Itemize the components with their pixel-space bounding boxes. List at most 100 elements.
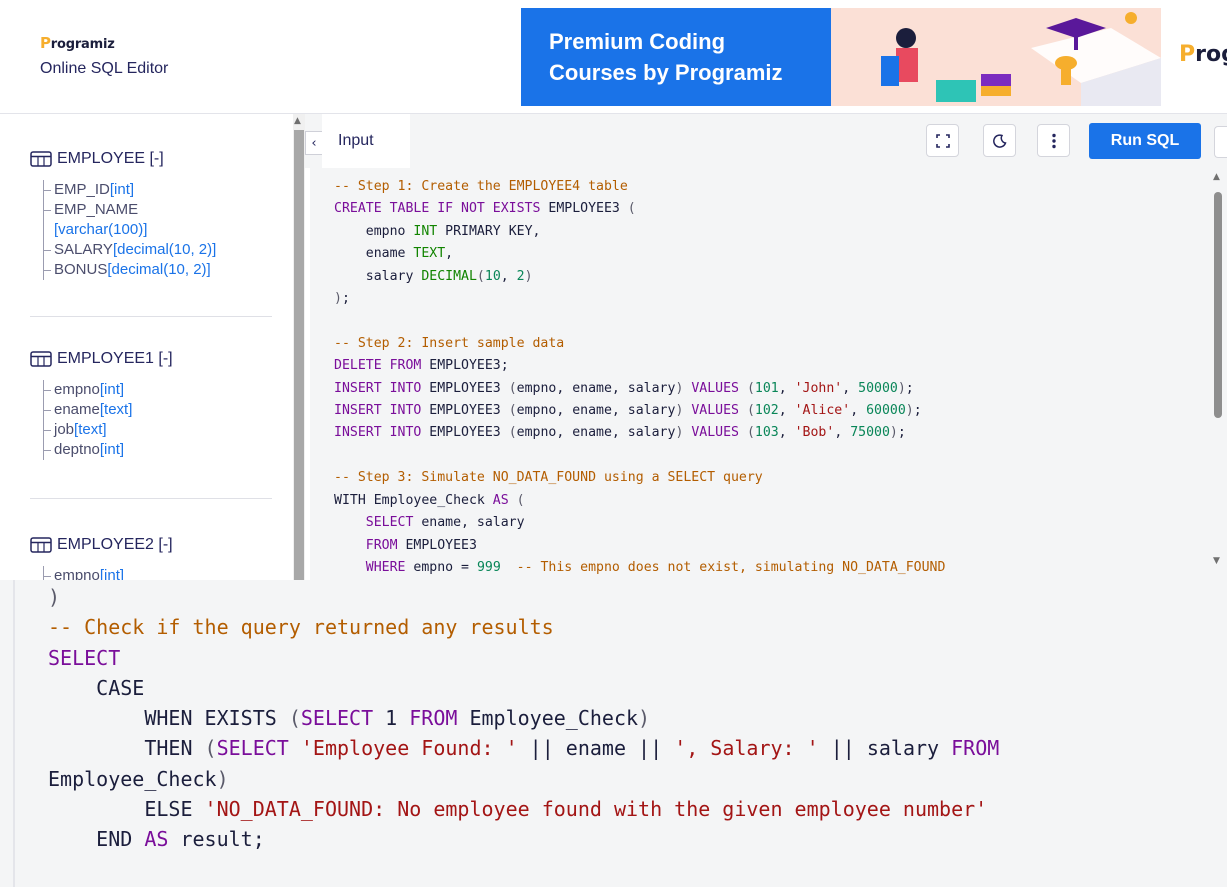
table-name: EMPLOYEE1 [-] <box>57 350 173 367</box>
zoomed-code-text[interactable]: ) -- Check if the query returned any res… <box>0 580 1227 855</box>
sidebar-scroll-thumb[interactable] <box>294 130 304 580</box>
brand[interactable]: Programiz Online SQL Editor <box>40 34 168 78</box>
column-item: EMP_NAME [varchar(100)] <box>44 200 272 240</box>
column-item: empno[int] <box>44 380 272 400</box>
code-token: 10 <box>484 268 501 284</box>
table-employee2: EMPLOYEE2 [-] empno[int] <box>30 536 272 580</box>
logo-letter: P <box>40 34 51 52</box>
code-line: -- Step 2: Insert sample data <box>334 335 565 351</box>
zoomed-code-pane[interactable]: ) -- Check if the query returned any res… <box>0 580 1227 887</box>
code-token: ) <box>897 380 906 396</box>
chevron-left-icon: ‹ <box>311 135 317 151</box>
code-token: FROM <box>365 537 398 553</box>
code-token: INT <box>413 223 438 239</box>
sidebar-scrollbar[interactable]: ▲ <box>293 114 305 580</box>
code-token: DELETE FROM <box>334 358 422 374</box>
code-token: ) <box>675 380 684 396</box>
code-token: WHERE <box>365 559 406 575</box>
code-token: ) <box>216 766 229 791</box>
code-token: ) <box>905 403 914 419</box>
code-editor[interactable]: -- Step 1: Create the EMPLOYEE4 table CR… <box>310 168 1210 580</box>
banner-brand-letter: P <box>1179 42 1196 67</box>
editor-scrollbar[interactable]: ▲ ▼ <box>1210 168 1227 580</box>
code-token: 102 <box>754 403 779 419</box>
table-employee1: EMPLOYEE1 [-] empno[int] ename[text] job… <box>30 350 272 460</box>
collapse-sidebar-button[interactable]: ‹ <box>305 131 323 155</box>
code-line: -- Check if the query returned any resul… <box>48 615 554 640</box>
sidebar-divider <box>30 316 272 317</box>
column-item: BONUS[decimal(10, 2)] <box>44 260 272 280</box>
column-name: empno <box>54 567 100 580</box>
scroll-up-arrow-icon[interactable]: ▲ <box>294 116 301 126</box>
scroll-down-arrow-icon[interactable]: ▼ <box>1213 556 1220 566</box>
code-line: SELECT <box>48 645 121 670</box>
column-name: ename <box>54 401 100 418</box>
programiz-logo[interactable]: Programiz <box>40 34 168 52</box>
column-type: [int] <box>99 567 125 580</box>
column-type: [varchar(100)] <box>54 221 148 238</box>
code-line: -- Step 3: Simulate NO_DATA_FOUND using … <box>334 470 763 486</box>
code-token: ( <box>508 403 517 419</box>
code-token: 2 <box>516 268 525 284</box>
code-token: ) <box>889 425 898 441</box>
table-header[interactable]: EMPLOYEE2 [-] <box>30 536 272 554</box>
code-token: 'Bob' <box>794 425 835 441</box>
code-token: AS <box>144 827 169 852</box>
code-token: INSERT INTO <box>334 425 422 441</box>
column-list: empno[int] <box>43 566 272 580</box>
code-token: FROM <box>951 736 1000 761</box>
output-panel-edge[interactable] <box>1214 126 1227 158</box>
code-token: 999 <box>476 559 501 575</box>
code-token: ) <box>675 403 684 419</box>
run-sql-button[interactable]: Run SQL <box>1089 123 1201 159</box>
column-name: EMP_NAME <box>54 201 139 218</box>
code-token: INSERT INTO <box>334 380 422 396</box>
code-token: SELECT <box>365 515 414 531</box>
code-token: ( <box>516 492 525 508</box>
column-type: [int] <box>99 441 125 458</box>
code-line: ) <box>48 585 61 609</box>
code-token: INSERT INTO <box>334 403 422 419</box>
column-name: job <box>54 421 75 438</box>
code-token: 'NO_DATA_FOUND: No employee found with t… <box>204 797 988 822</box>
code-token: 60000 <box>866 403 906 419</box>
code-token: ( <box>627 201 636 217</box>
promo-banner[interactable]: Premium Coding Courses by Programiz Pro <box>521 8 1227 106</box>
table-header[interactable]: EMPLOYEE [-] <box>30 150 272 168</box>
schema-sidebar: EMPLOYEE [-] EMP_ID[int] EMP_NAME [varcha… <box>0 114 292 580</box>
logo-text: rogramiz <box>50 37 115 52</box>
page-subtitle: Online SQL Editor <box>40 60 169 77</box>
column-type: [text] <box>74 421 107 438</box>
fullscreen-button[interactable] <box>926 124 959 157</box>
table-name: EMPLOYEE2 [-] <box>57 536 173 553</box>
code-token: VALUES <box>691 380 739 396</box>
code-token: ', Salary: ' <box>674 736 819 761</box>
tab-input[interactable]: Input <box>322 114 410 168</box>
code-token: ( <box>476 268 485 284</box>
code-token: TEXT <box>413 246 446 262</box>
scroll-up-arrow-icon[interactable]: ▲ <box>1213 172 1220 182</box>
sidebar-divider <box>30 498 272 499</box>
column-item: EMP_ID[int] <box>44 180 272 200</box>
banner-brand: Progr <box>1161 8 1227 106</box>
pane-left-border <box>13 580 15 887</box>
code-token: VALUES <box>691 403 739 419</box>
banner-text: Premium Coding Courses by Programiz <box>549 26 783 88</box>
code-token: ( <box>746 380 755 396</box>
fullscreen-icon <box>935 133 950 148</box>
table-name: EMPLOYEE [-] <box>57 150 164 167</box>
code-token: DECIMAL <box>421 268 477 284</box>
code-token: ( <box>508 380 517 396</box>
column-item: ename[text] <box>44 400 272 420</box>
code-token: ( <box>204 736 217 761</box>
code-token: VALUES <box>691 425 739 441</box>
table-header[interactable]: EMPLOYEE1 [-] <box>30 350 272 368</box>
column-type: [decimal(10, 2)] <box>107 261 211 278</box>
editor-scroll-thumb[interactable] <box>1214 192 1222 418</box>
column-name: SALARY <box>54 241 113 258</box>
code-text[interactable]: -- Step 1: Create the EMPLOYEE4 table CR… <box>310 168 1210 579</box>
code-token: -- This empno does not exist, simulating… <box>516 559 946 575</box>
more-options-button[interactable] <box>1037 124 1070 157</box>
code-token: ( <box>508 425 517 441</box>
theme-toggle-button[interactable] <box>983 124 1016 157</box>
